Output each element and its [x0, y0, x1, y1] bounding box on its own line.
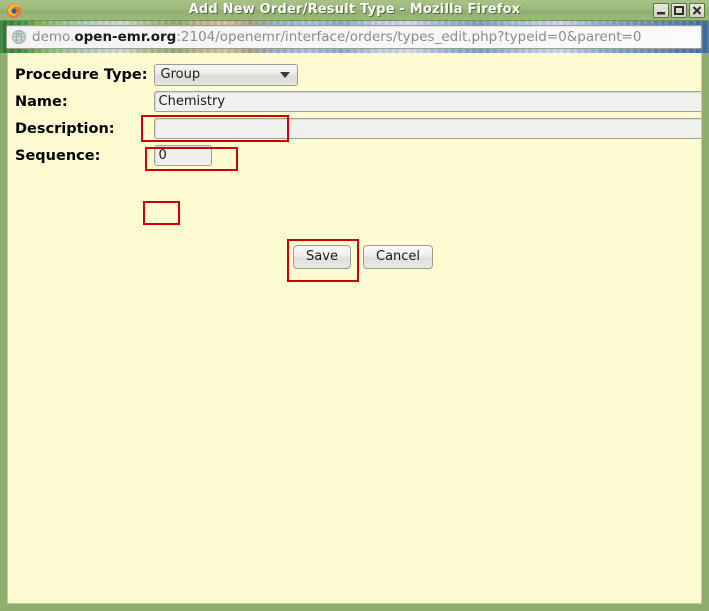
procedure-type-value: Group: [161, 67, 280, 82]
form-row-sequence: Sequence:: [15, 142, 702, 169]
procedure-type-select[interactable]: Group: [154, 64, 298, 86]
description-cell: [154, 115, 702, 142]
sequence-label: Sequence:: [15, 142, 154, 169]
title-bar: Add New Order/Result Type - Mozilla Fire…: [0, 0, 709, 21]
save-button[interactable]: Save: [293, 245, 351, 269]
name-cell: [154, 88, 702, 115]
url-suffix: :2104/openemr/interface/orders/types_edi…: [176, 29, 641, 45]
description-label: Description:: [15, 115, 154, 142]
url-text: demo.open-emr.org:2104/openemr/interface…: [32, 29, 641, 45]
window-controls: [653, 3, 705, 18]
page-content: Procedure Type: Group Name: Description:: [7, 53, 702, 604]
url-domain: open-emr.org: [74, 29, 176, 45]
close-button[interactable]: [689, 3, 705, 18]
sequence-input[interactable]: [154, 145, 212, 166]
form-row-description: Description:: [15, 115, 702, 142]
procedure-type-label: Procedure Type:: [15, 61, 154, 88]
form-buttons: Save Cancel: [293, 245, 433, 269]
name-input[interactable]: [154, 91, 702, 112]
description-input[interactable]: [154, 118, 702, 139]
chevron-down-icon: [280, 72, 290, 78]
form-row-procedure-type: Procedure Type: Group: [15, 61, 702, 88]
cancel-button[interactable]: Cancel: [363, 245, 433, 269]
procedure-type-cell: Group: [154, 61, 702, 88]
annotation-box-sequence: [143, 201, 180, 225]
browser-window: Add New Order/Result Type - Mozilla Fire…: [0, 0, 709, 611]
form-row-name: Name:: [15, 88, 702, 115]
navigation-bar: demo.open-emr.org:2104/openemr/interface…: [0, 21, 709, 53]
sequence-cell: [154, 142, 702, 169]
order-type-form: Procedure Type: Group Name: Description:: [15, 61, 702, 169]
minimize-button[interactable]: [653, 3, 669, 18]
window-title: Add New Order/Result Type - Mozilla Fire…: [0, 2, 709, 17]
url-prefix: demo.: [32, 29, 74, 45]
name-label: Name:: [15, 88, 154, 115]
globe-icon: [11, 29, 27, 45]
url-bar[interactable]: demo.open-emr.org:2104/openemr/interface…: [6, 25, 702, 49]
maximize-button[interactable]: [671, 3, 687, 18]
